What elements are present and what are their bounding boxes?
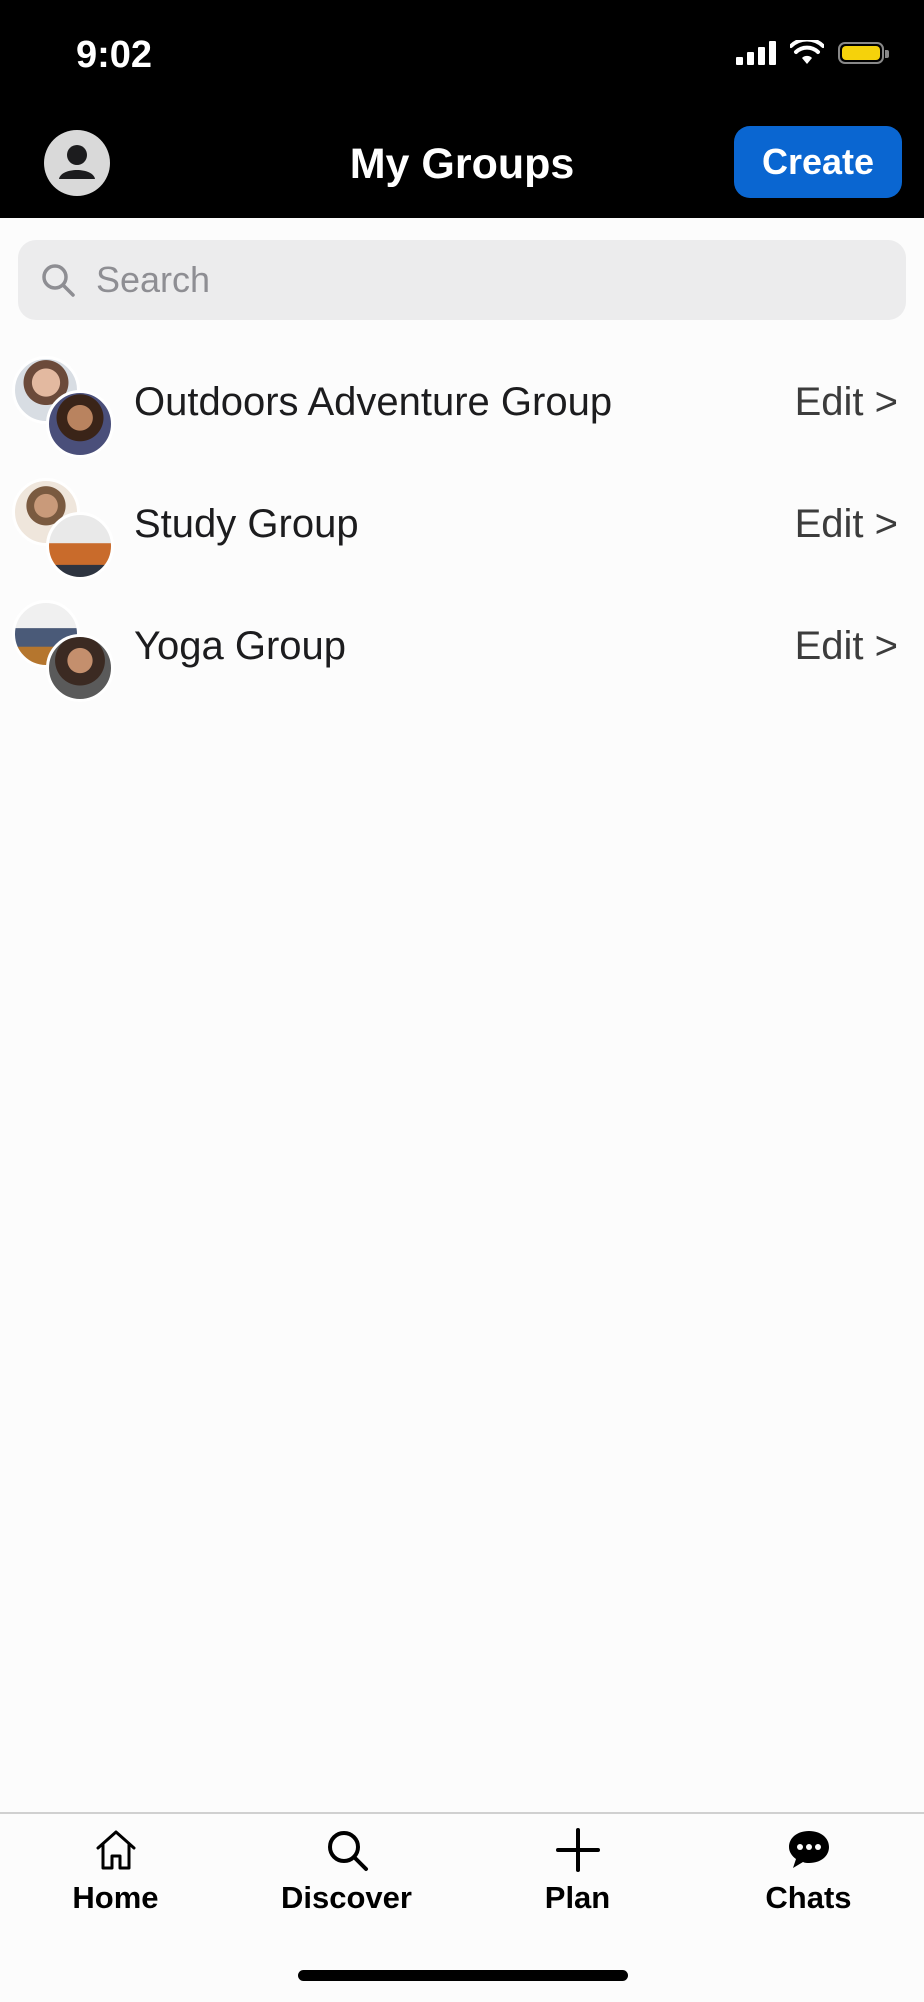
top-header: 9:02 My Groups Create <box>0 0 924 218</box>
plus-icon <box>555 1828 600 1872</box>
search-input[interactable] <box>94 258 858 302</box>
edit-group-link[interactable]: Edit > <box>795 502 898 547</box>
tab-chats-label: Chats <box>765 1880 852 1915</box>
home-icon <box>96 1830 135 1870</box>
status-icons <box>736 40 889 66</box>
create-button[interactable]: Create <box>734 126 902 198</box>
group-name: Yoga Group <box>134 624 347 668</box>
cellular-signal-icon <box>736 41 776 65</box>
search-icon <box>327 1831 368 1871</box>
battery-icon <box>838 42 889 64</box>
member-avatar <box>46 390 114 458</box>
tab-chats[interactable]: Chats <box>693 1814 924 1916</box>
group-row[interactable]: Yoga Group Edit > <box>0 600 924 710</box>
group-name: Study Group <box>134 502 359 546</box>
member-avatar <box>46 634 114 702</box>
tab-plan[interactable]: Plan <box>462 1814 693 1916</box>
tab-discover-label: Discover <box>281 1880 412 1915</box>
tab-home[interactable]: Home <box>0 1814 231 1916</box>
tab-discover[interactable]: Discover <box>231 1814 462 1916</box>
member-avatar <box>46 512 114 580</box>
group-name: Outdoors Adventure Group <box>134 380 613 424</box>
wifi-icon <box>790 40 824 64</box>
chat-bubble-icon <box>788 1831 829 1868</box>
tab-home-label: Home <box>72 1880 159 1915</box>
search-icon <box>42 264 75 297</box>
edit-group-link[interactable]: Edit > <box>795 624 898 669</box>
tab-plan-label: Plan <box>544 1880 611 1915</box>
home-indicator[interactable] <box>298 1970 628 1981</box>
group-row[interactable]: Study Group Edit > <box>0 478 924 588</box>
group-row[interactable]: Outdoors Adventure Group Edit > <box>0 356 924 466</box>
search-bar <box>18 240 906 320</box>
edit-group-link[interactable]: Edit > <box>795 380 898 425</box>
status-time: 9:02 <box>76 34 153 76</box>
